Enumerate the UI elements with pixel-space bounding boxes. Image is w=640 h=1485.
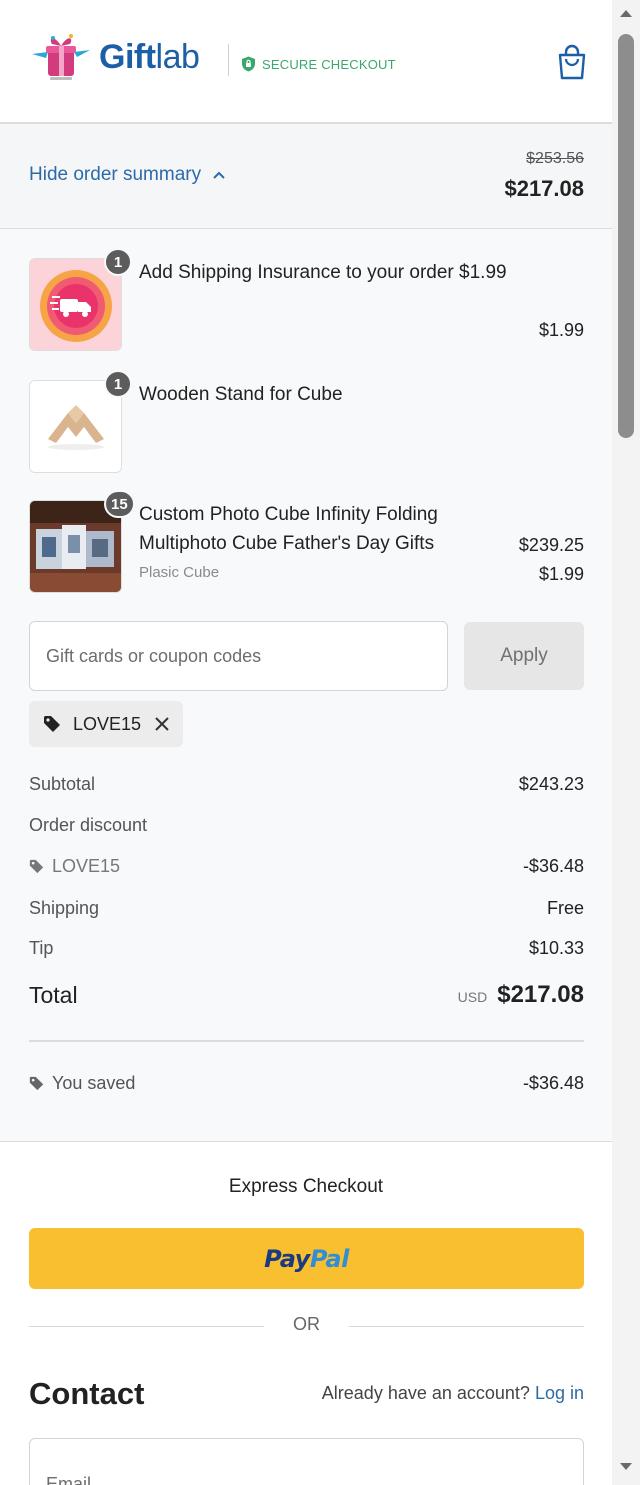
scroll-up-arrow-icon[interactable]	[619, 8, 633, 18]
account-prompt: Already have an account? Log in	[322, 1383, 584, 1404]
savings-label-wrap: You saved	[29, 1073, 135, 1094]
hide-order-summary-toggle[interactable]: Hide order summary	[29, 164, 227, 186]
total-label: Total	[29, 981, 78, 1008]
scroll-down-arrow-icon[interactable]	[619, 1462, 633, 1472]
or-separator: OR	[29, 1314, 584, 1338]
logo-divider	[228, 44, 229, 76]
applied-coupon-code: LOVE15	[73, 713, 142, 734]
discount-code-label: LOVE15	[52, 856, 121, 876]
tag-icon	[29, 859, 44, 874]
contact-heading: Contact	[29, 1376, 145, 1411]
brand-name-bold: Gift	[99, 38, 156, 76]
apply-coupon-button[interactable]: Apply	[464, 622, 584, 690]
paypal-logo-pal: Pal	[309, 1244, 349, 1273]
quantity-badge: 15	[104, 490, 135, 518]
order-discount-row: Order discount	[29, 815, 584, 836]
account-prompt-text: Already have an account?	[321, 1383, 530, 1403]
product-price: $239.25	[518, 535, 584, 555]
savings-value: -$36.48	[522, 1073, 584, 1093]
shipping-row: Shipping Free	[29, 898, 584, 919]
email-field[interactable]	[29, 1438, 584, 1485]
subtotal-row: Subtotal $243.23	[29, 774, 584, 795]
chevron-up-icon	[213, 171, 225, 179]
total-row: Total USD $217.08	[29, 981, 584, 1009]
shield-icon	[242, 56, 255, 72]
tip-label: Tip	[29, 938, 54, 958]
coupon-code-input[interactable]	[29, 621, 448, 691]
tag-icon	[44, 716, 60, 732]
line-item: 15 Custom Photo Cube Infinity Folding Mu…	[0, 490, 612, 596]
total-amount: $217.08	[497, 981, 584, 1008]
tip-row: Tip $10.33	[29, 938, 584, 959]
discount-code: LOVE15	[29, 856, 120, 877]
discount-code-row: LOVE15 -$36.48	[29, 856, 584, 877]
separator-line	[349, 1326, 584, 1327]
product-price: $1.99	[538, 320, 584, 340]
order-discount-label: Order discount	[29, 815, 148, 835]
scrollbar[interactable]	[612, 0, 640, 1485]
checkout-page: Giftlab SECURE CHECKOUT Hide order summa…	[0, 0, 612, 1485]
tip-value: $10.33	[528, 938, 584, 958]
paypal-button[interactable]: Pay Pal	[29, 1228, 584, 1289]
login-link[interactable]: Log in	[535, 1383, 584, 1403]
scrollbar-thumb[interactable]	[618, 34, 634, 438]
subtotal-value: $243.23	[518, 774, 584, 794]
shipping-label: Shipping	[29, 898, 100, 918]
quantity-badge: 1	[104, 248, 132, 276]
toggle-label: Hide order summary	[29, 164, 202, 185]
original-price: $253.56	[526, 150, 584, 167]
secure-checkout-badge: SECURE CHECKOUT	[241, 56, 396, 72]
brand-name-light: lab	[155, 38, 200, 76]
product-name: Wooden Stand for Cube	[139, 384, 343, 405]
tag-icon	[29, 1076, 44, 1091]
applied-coupon-chip: LOVE15	[29, 701, 184, 747]
product-variant: Plasic Cube	[139, 564, 220, 581]
brand-logo[interactable]: Giftlab	[99, 38, 200, 77]
quantity-badge: 1	[104, 370, 132, 398]
paypal-logo-pay: Pay	[264, 1244, 310, 1273]
product-name: Add Shipping Insurance to your order $1.…	[139, 262, 507, 283]
giftbox-logo-icon	[32, 34, 90, 80]
discount-amount: -$36.48	[522, 856, 584, 876]
header: Giftlab SECURE CHECKOUT	[0, 0, 612, 124]
secure-checkout-label: SECURE CHECKOUT	[262, 56, 396, 72]
line-item: 1 Add Shipping Insurance to your order $…	[0, 248, 612, 354]
summary-price: $217.08	[504, 176, 584, 201]
shipping-value: Free	[546, 898, 584, 918]
order-summary-bar: Hide order summary $253.56 $217.08	[0, 124, 612, 229]
or-label: OR	[293, 1314, 320, 1334]
currency-code: USD	[457, 989, 488, 1005]
savings-label: You saved	[52, 1073, 136, 1093]
shopping-bag-icon[interactable]	[556, 44, 588, 80]
line-item: 1 Wooden Stand for Cube $1.99	[0, 370, 612, 584]
subtotal-label: Subtotal	[29, 774, 96, 794]
remove-coupon-icon[interactable]	[153, 715, 171, 733]
order-summary: 1 Add Shipping Insurance to your order $…	[0, 229, 612, 1142]
total-value: USD $217.08	[458, 981, 584, 1009]
savings-row: You saved -$36.48	[29, 1073, 584, 1094]
express-checkout-title: Express Checkout	[228, 1176, 384, 1197]
product-name: Custom Photo Cube Infinity Folding Multi…	[139, 504, 438, 554]
totals-divider	[29, 1040, 584, 1042]
